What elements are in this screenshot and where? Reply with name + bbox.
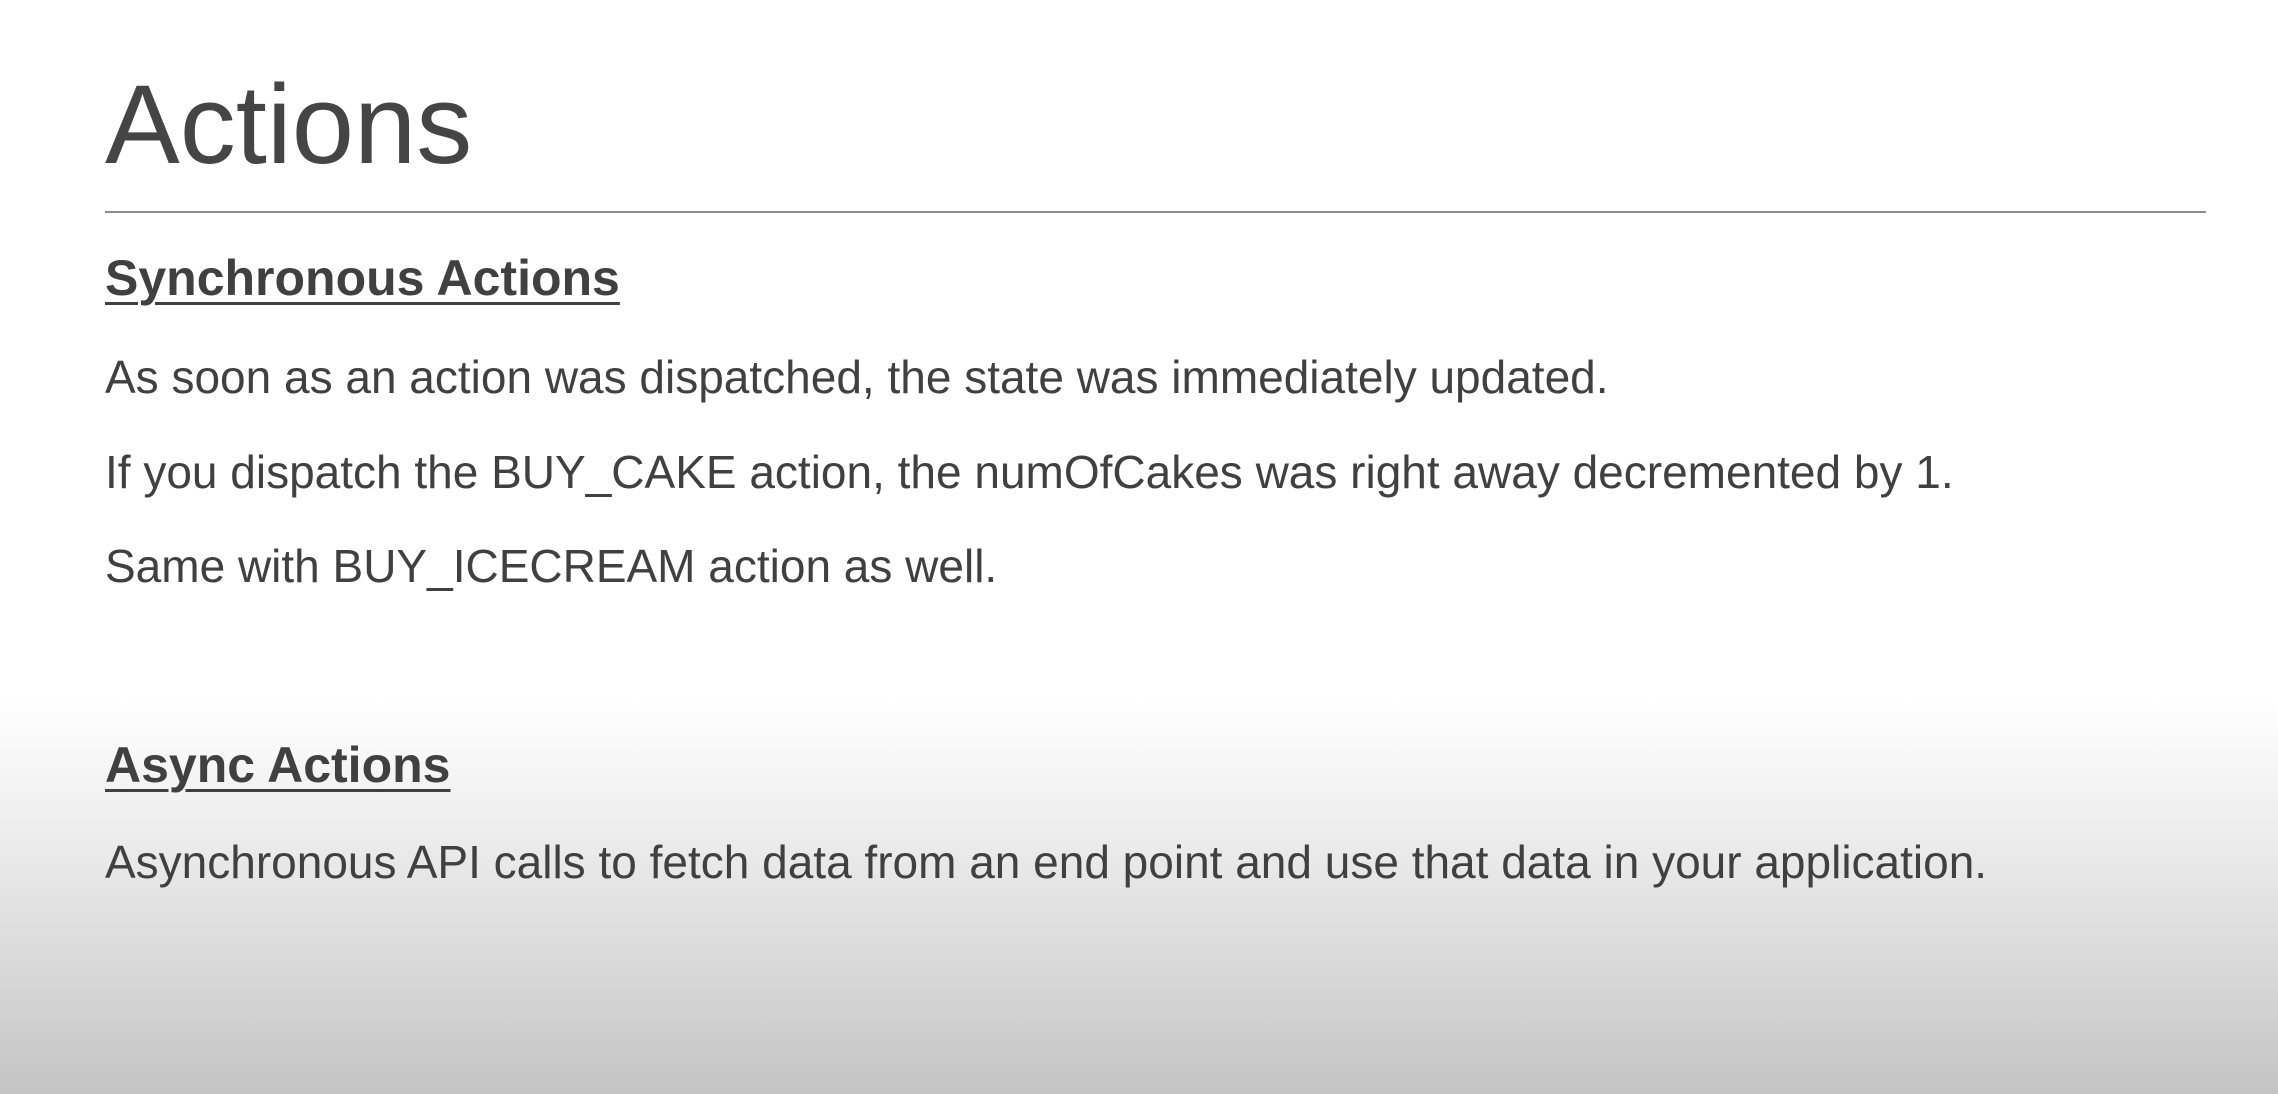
title-divider <box>105 211 2206 213</box>
slide-title: Actions <box>105 62 473 187</box>
section-heading-async: Async Actions <box>105 737 451 793</box>
body-line: If you dispatch the BUY_CAKE action, the… <box>105 446 1954 498</box>
body-line: Same with BUY_ICECREAM action as well. <box>105 540 998 592</box>
section-heading-synchronous: Synchronous Actions <box>105 250 620 306</box>
body-line: Asynchronous API calls to fetch data fro… <box>105 836 1988 888</box>
body-line: As soon as an action was dispatched, the… <box>105 351 1609 403</box>
